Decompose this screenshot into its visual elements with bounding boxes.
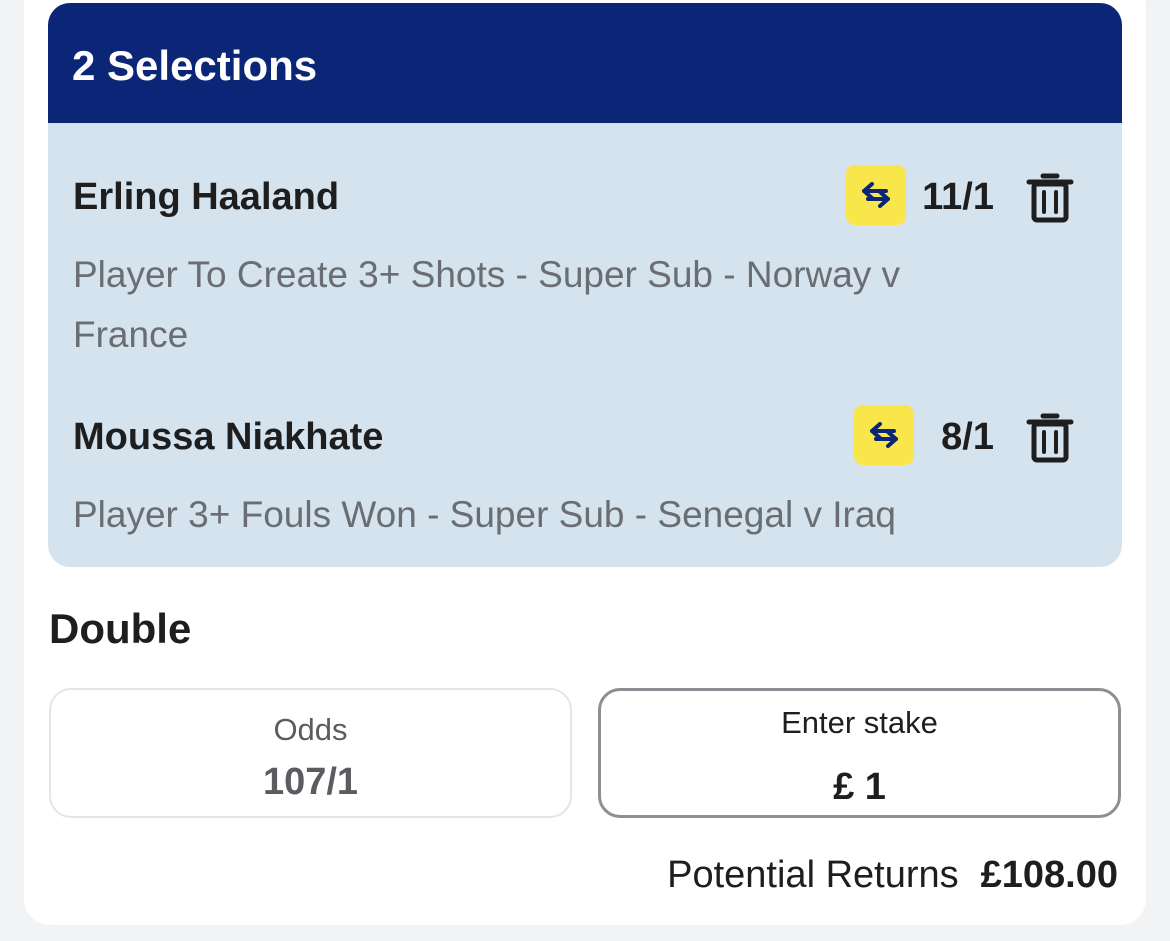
selection-description: Player 3+ Fouls Won - Super Sub - Senega… <box>73 494 896 535</box>
trash-icon[interactable] <box>1026 410 1074 464</box>
stake-value[interactable]: £ 1 <box>601 765 1118 809</box>
combined-odds-value: 107/1 <box>262 761 359 803</box>
potential-returns-value: £108.00 <box>980 854 1118 896</box>
selection-name: Moussa Niakhate <box>73 416 384 458</box>
selection-odds: 8/1 <box>941 416 994 458</box>
selection-name: Erling Haaland <box>73 176 340 218</box>
odds-label: Odds <box>273 712 348 747</box>
selections-count-title: 2 Selections <box>72 42 318 89</box>
stake-label: Enter stake <box>781 705 938 740</box>
combined-odds-box: Odds 107/1 <box>49 688 572 818</box>
selections-panel: Erling Haaland 11/1 Player To Create 3+ … <box>48 123 1122 567</box>
potential-returns-label: Potential Returns <box>667 854 959 896</box>
betslip-header: 2 Selections <box>48 3 1122 123</box>
bet-type-label: Double <box>49 605 192 652</box>
selection-description: Player To Create 3+ Shots - Super Sub - … <box>73 254 901 355</box>
potential-returns: Potential Returns £108.00 <box>667 852 1118 898</box>
stake-input[interactable]: Enter stake £ 1 <box>598 688 1121 818</box>
selection-odds: 11/1 <box>922 176 994 218</box>
trash-icon[interactable] <box>1026 170 1074 224</box>
